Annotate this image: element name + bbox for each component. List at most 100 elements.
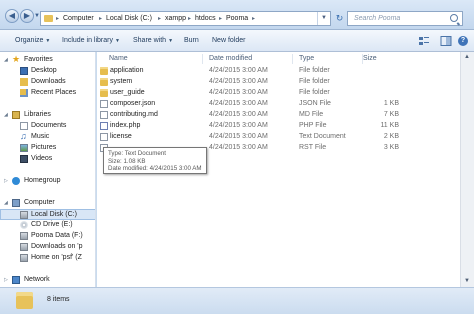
file-date-modified: 4/24/2015 3:00 AM bbox=[209, 78, 268, 85]
table-row[interactable]: application 4/24/2015 3:00 AM File folder bbox=[97, 66, 452, 77]
folder-icon bbox=[16, 292, 33, 309]
file-name: user_guide bbox=[110, 89, 145, 96]
breadcrumb-xampp[interactable]: xampp bbox=[165, 15, 186, 22]
table-row[interactable]: contributing.md 4/24/2015 3:00 AM MD File 7… bbox=[97, 110, 452, 121]
nav-desktop-label: Desktop bbox=[31, 67, 57, 74]
file-icon bbox=[100, 122, 108, 130]
nav-videos[interactable]: Videos bbox=[0, 154, 95, 165]
file-date-modified: 4/24/2015 3:00 AM bbox=[209, 111, 268, 118]
network-drive-icon bbox=[20, 243, 28, 251]
libraries-icon bbox=[12, 111, 20, 119]
table-row[interactable]: composer.json 4/24/2015 3:00 AM JSON File 1… bbox=[97, 99, 452, 110]
chevron-down-icon: ▼ bbox=[114, 38, 120, 44]
forward-arrow-icon[interactable]: ▶ bbox=[20, 9, 34, 23]
chevron-right-icon[interactable]: ▸ bbox=[219, 15, 222, 22]
chevron-right-icon[interactable]: ▸ bbox=[252, 15, 255, 22]
new-folder-button[interactable]: New folder bbox=[212, 37, 245, 44]
view-options-icon[interactable] bbox=[418, 35, 430, 47]
file-icon bbox=[100, 100, 108, 108]
include-in-library-button[interactable]: Include in library ▼ bbox=[62, 37, 120, 44]
preview-pane-icon[interactable] bbox=[440, 35, 452, 47]
address-dropdown-icon[interactable]: ▼ bbox=[317, 12, 330, 25]
file-name: composer.json bbox=[110, 100, 156, 107]
nav-network[interactable]: ▷ Network bbox=[0, 275, 95, 286]
nav-pictures-label: Pictures bbox=[31, 144, 57, 151]
star-icon: ★ bbox=[12, 54, 21, 64]
column-divider[interactable] bbox=[202, 54, 203, 64]
table-row[interactable]: license 4/24/2015 3:00 AM Text Document 2 K… bbox=[97, 132, 452, 143]
nav-local-disk[interactable]: Local Disk (C:) bbox=[0, 209, 95, 220]
nav-pooma-drive[interactable]: Pooma Data (F:) bbox=[0, 231, 95, 242]
nav-downloads[interactable]: Downloads bbox=[0, 77, 95, 88]
vertical-scrollbar[interactable]: ▲ ▼ bbox=[460, 52, 474, 287]
nav-recent-places[interactable]: Recent Places bbox=[0, 88, 95, 99]
desktop-icon bbox=[20, 67, 28, 75]
nav-computer[interactable]: ◢ Computer bbox=[0, 198, 95, 209]
search-box[interactable]: Search Pooma bbox=[347, 11, 463, 26]
music-icon: ♫ bbox=[20, 131, 27, 141]
nav-desktop[interactable]: Desktop bbox=[0, 66, 95, 77]
burn-button[interactable]: Burn bbox=[184, 37, 199, 44]
address-bar[interactable]: ▸ Computer ▸ Local Disk (C:) ▸ xampp ▸ h… bbox=[40, 11, 331, 26]
nav-cd-drive[interactable]: CD Drive (E:) bbox=[0, 220, 95, 231]
search-icon[interactable] bbox=[450, 14, 458, 22]
organize-button[interactable]: Organize ▼ bbox=[15, 37, 50, 44]
collapse-icon[interactable]: ◢ bbox=[4, 200, 8, 206]
file-type: RST File bbox=[299, 144, 327, 151]
network-drive-icon bbox=[20, 254, 28, 262]
file-date-modified: 4/24/2015 3:00 AM bbox=[209, 100, 268, 107]
help-icon[interactable]: ? bbox=[458, 36, 468, 46]
share-with-button[interactable]: Share with ▼ bbox=[133, 37, 173, 44]
collapse-icon[interactable]: ◢ bbox=[4, 112, 8, 118]
collapse-icon[interactable]: ◢ bbox=[4, 57, 8, 63]
search-input[interactable]: Search Pooma bbox=[354, 15, 400, 22]
file-type: MD File bbox=[299, 111, 324, 118]
column-divider[interactable] bbox=[292, 54, 293, 64]
back-arrow-icon[interactable]: ◀ bbox=[5, 9, 19, 23]
cd-drive-icon bbox=[20, 221, 28, 229]
table-row[interactable]: system 4/24/2015 3:00 AM File folder bbox=[97, 77, 452, 88]
file-type: File folder bbox=[299, 78, 330, 85]
nav-favorites[interactable]: ◢ ★ Favorites bbox=[0, 54, 95, 66]
folder-icon bbox=[100, 78, 108, 86]
file-date-modified: 4/24/2015 3:00 AM bbox=[209, 122, 268, 129]
nav-downloads-on[interactable]: Downloads on 'p bbox=[0, 242, 95, 253]
expand-icon[interactable]: ▷ bbox=[4, 178, 8, 184]
chevron-right-icon[interactable]: ▸ bbox=[158, 15, 161, 22]
chevron-down-icon: ▼ bbox=[45, 38, 51, 44]
scroll-up-icon[interactable]: ▲ bbox=[464, 54, 470, 60]
file-type: JSON File bbox=[299, 100, 331, 107]
refresh-icon[interactable]: ↻ bbox=[333, 11, 346, 26]
nav-network-label: Network bbox=[24, 276, 50, 283]
chevron-right-icon[interactable]: ▸ bbox=[188, 15, 191, 22]
computer-icon bbox=[12, 199, 20, 207]
breadcrumb-htdocs[interactable]: htdocs bbox=[195, 15, 216, 22]
chevron-right-icon[interactable]: ▸ bbox=[99, 15, 102, 22]
file-name: index.php bbox=[110, 122, 141, 129]
file-icon bbox=[100, 111, 108, 119]
share-with-label: Share with bbox=[133, 37, 167, 44]
scroll-down-icon[interactable]: ▼ bbox=[464, 278, 470, 284]
nav-music[interactable]: ♫ Music bbox=[0, 131, 95, 143]
nav-documents[interactable]: Documents bbox=[0, 121, 95, 132]
column-header-type[interactable]: Type bbox=[299, 52, 314, 65]
breadcrumb-computer[interactable]: Computer bbox=[63, 15, 94, 22]
nav-libraries[interactable]: ◢ Libraries bbox=[0, 110, 95, 121]
address-bar-region: ◀ ▶ ▼ ▸ Computer ▸ Local Disk (C:) ▸ xam… bbox=[0, 0, 474, 30]
homegroup-icon bbox=[12, 177, 20, 185]
expand-icon[interactable]: ▷ bbox=[4, 277, 8, 283]
table-row[interactable]: user_guide 4/24/2015 3:00 AM File folder bbox=[97, 88, 452, 99]
nav-music-label: Music bbox=[31, 133, 50, 140]
breadcrumb-local-disk[interactable]: Local Disk (C:) bbox=[106, 15, 152, 22]
column-header-name[interactable]: Name bbox=[109, 52, 128, 65]
column-header-date-modified[interactable]: Date modified bbox=[209, 52, 252, 65]
table-row[interactable]: index.php 4/24/2015 3:00 AM PHP File 11 KB bbox=[97, 121, 452, 132]
breadcrumb-pooma[interactable]: Pooma bbox=[226, 15, 248, 22]
file-size: 1 KB bbox=[383, 100, 399, 107]
chevron-right-icon[interactable]: ▸ bbox=[56, 15, 59, 22]
column-header-size[interactable]: Size bbox=[363, 52, 377, 65]
nav-homegroup[interactable]: ▷ Homegroup bbox=[0, 176, 95, 187]
nav-pictures[interactable]: Pictures bbox=[0, 143, 95, 154]
file-type: Text Document bbox=[299, 133, 346, 140]
nav-home-on[interactable]: Home on 'psf' (Z bbox=[0, 253, 95, 264]
